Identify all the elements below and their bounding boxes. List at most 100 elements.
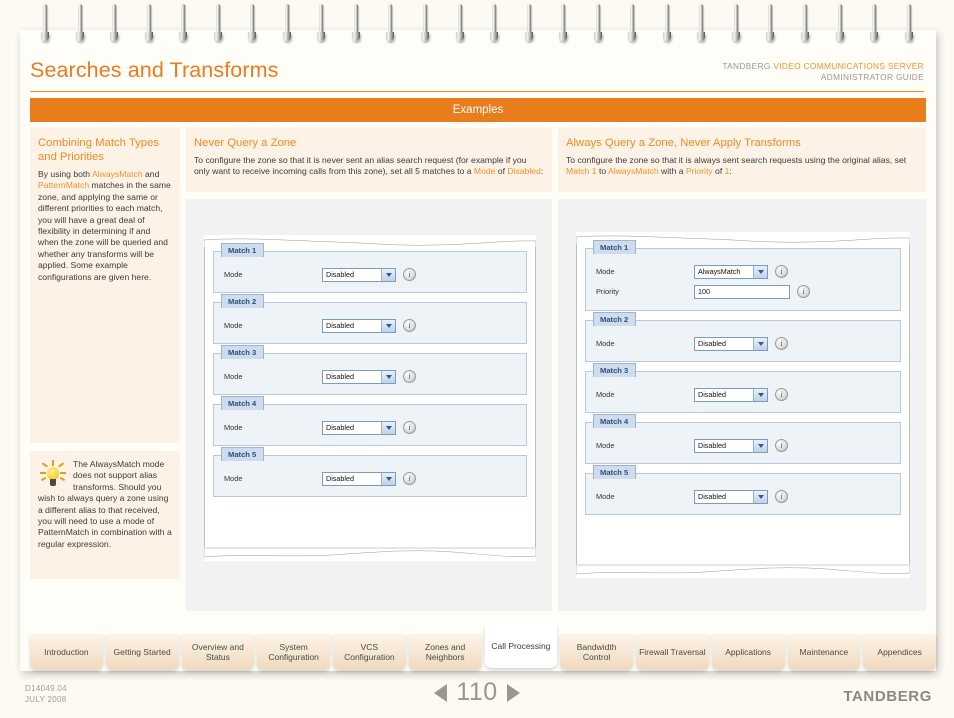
left-triangle-icon[interactable] — [434, 683, 448, 702]
chevron-down-icon[interactable] — [753, 337, 767, 350]
info-icon[interactable]: i — [403, 319, 416, 332]
info-icon[interactable]: i — [797, 285, 810, 298]
tab-introduction[interactable]: Introduction — [30, 634, 103, 670]
match-legend: Match 1 — [593, 240, 637, 254]
middle-text-part-4: : — [540, 166, 544, 177]
never-query-card: Never Query a Zone To configure the zone… — [186, 128, 552, 192]
vcs-never-query-screenshot: Match 1 Mode Disabled i Match 2 Mode Disabled i… — [204, 243, 536, 549]
vcs-always-query-screenshot: Match 1 Mode AlwaysMatch i Priority 100 i Match… — [576, 240, 910, 566]
match-legend: Match 1 — [221, 243, 265, 257]
tab-zones-and-neighbors[interactable]: Zones and Neighbors — [408, 634, 482, 670]
info-icon[interactable]: i — [403, 268, 416, 281]
right-triangle-icon[interactable] — [506, 683, 520, 702]
chevron-down-icon[interactable] — [381, 472, 395, 485]
select-value: Disabled — [326, 321, 354, 330]
chevron-down-icon[interactable] — [753, 265, 767, 278]
match-legend: Match 4 — [593, 414, 637, 428]
mode-select[interactable]: Disabled — [322, 420, 396, 435]
right-text-part-4: with a — [658, 166, 686, 177]
tab-overview-and-status[interactable]: Overview and Status — [181, 634, 255, 670]
match-legend: Match 2 — [221, 294, 265, 308]
left-text-part-0: By using both — [38, 169, 92, 179]
combining-match-types-card: Combining Match Types and Priorities By … — [30, 128, 180, 443]
section-banner: Examples — [30, 98, 926, 122]
right-text-part-1: Match 1 — [566, 166, 597, 177]
mode-select[interactable]: Disabled — [694, 336, 768, 351]
right-column-paragraph: To configure the zone so that it is alwa… — [566, 155, 918, 178]
form-row: Mode Disabled i — [224, 470, 518, 487]
select-value: Disabled — [326, 270, 354, 279]
mode-select[interactable]: Disabled — [322, 318, 396, 333]
tab-system-configuration[interactable]: System Configuration — [257, 634, 330, 670]
field-label: Priority — [596, 287, 619, 296]
match-legend: Match 3 — [593, 363, 637, 377]
chevron-down-icon[interactable] — [753, 490, 767, 503]
section-tab-bar[interactable]: Introduction Getting Started Overview and … — [20, 624, 936, 674]
field-label: Mode — [224, 372, 243, 381]
page-navigation: 110 — [0, 678, 954, 707]
page-title: Searches and Transforms — [30, 58, 279, 82]
mode-select[interactable]: Disabled — [694, 489, 768, 504]
left-text-part-4: matches in the same zone, and applying t… — [38, 180, 171, 282]
field-label: Mode — [224, 321, 243, 330]
guide-product-name: VIDEO COMMUNICATIONS SERVER — [773, 61, 924, 71]
middle-text-part-2: of — [495, 166, 508, 177]
info-icon[interactable]: i — [403, 472, 416, 485]
tab-vcs-configuration[interactable]: VCS Configuration — [333, 634, 406, 670]
match-legend: Match 2 — [593, 312, 637, 326]
tab-call-processing[interactable]: Call Processing — [484, 624, 558, 668]
form-row: Priority 100 i — [596, 283, 892, 300]
mode-select[interactable]: Disabled — [322, 471, 396, 486]
chevron-down-icon[interactable] — [381, 268, 395, 281]
tab-bandwidth-control[interactable]: Bandwidth Control — [560, 634, 633, 670]
right-column-title: Always Query a Zone, Never Apply Transfo… — [566, 137, 801, 149]
page-sheet: Searches and Transforms TANDBERG VIDEO C… — [20, 30, 936, 671]
chevron-down-icon[interactable] — [753, 388, 767, 401]
select-value: Disabled — [326, 474, 354, 483]
info-icon[interactable]: i — [775, 439, 788, 452]
tab-appendices[interactable]: Appendices — [863, 634, 936, 670]
priority-input[interactable]: 100 — [694, 284, 790, 299]
tab-maintenance[interactable]: Maintenance — [787, 634, 861, 670]
left-text-part-3: PatternMatch — [38, 180, 90, 191]
mode-select[interactable]: Disabled — [694, 387, 768, 402]
tab-getting-started[interactable]: Getting Started — [105, 634, 179, 670]
tab-applications[interactable]: Applications — [711, 634, 785, 670]
field-label: Mode — [224, 270, 243, 279]
info-icon[interactable]: i — [403, 370, 416, 383]
field-label: Mode — [596, 441, 615, 450]
mode-select[interactable]: Disabled — [322, 369, 396, 384]
match-legend: Match 3 — [221, 345, 265, 359]
column-right: Always Query a Zone, Never Apply Transfo… — [558, 128, 926, 618]
mode-select[interactable]: AlwaysMatch — [694, 264, 768, 279]
right-text-part-8: : — [729, 166, 732, 177]
info-icon[interactable]: i — [775, 490, 788, 503]
info-icon[interactable]: i — [775, 265, 788, 278]
field-label: Mode — [224, 474, 243, 483]
mode-select[interactable]: Disabled — [694, 438, 768, 453]
tip-card: The AlwaysMatch mode does not support al… — [30, 451, 180, 579]
match-fieldset: Match 5 Mode Disabled i — [213, 447, 527, 497]
mode-select[interactable]: Disabled — [322, 267, 396, 282]
chevron-down-icon[interactable] — [753, 439, 767, 452]
info-icon[interactable]: i — [775, 337, 788, 350]
chevron-down-icon[interactable] — [381, 319, 395, 332]
form-row: Mode AlwaysMatch i — [596, 263, 892, 280]
form-row: Mode Disabled i — [224, 317, 518, 334]
chevron-down-icon[interactable] — [381, 370, 395, 383]
form-row: Mode Disabled i — [224, 419, 518, 436]
info-icon[interactable]: i — [775, 388, 788, 401]
field-label: Mode — [224, 423, 243, 432]
page-header: Searches and Transforms TANDBERG VIDEO C… — [20, 30, 936, 92]
field-label: Mode — [596, 267, 615, 276]
right-text-part-5: Priority — [685, 166, 713, 177]
form-row: Mode Disabled i — [596, 488, 892, 505]
right-screenshot-frame: Match 1 Mode AlwaysMatch i Priority 100 i Match… — [558, 199, 926, 611]
info-icon[interactable]: i — [403, 421, 416, 434]
tip-text-part-3: PatternMatch — [38, 527, 90, 538]
column-middle: Never Query a Zone To configure the zone… — [186, 128, 552, 618]
select-value: Disabled — [698, 492, 726, 501]
document-page: Searches and Transforms TANDBERG VIDEO C… — [0, 0, 954, 718]
chevron-down-icon[interactable] — [381, 421, 395, 434]
tab-firewall-traversal[interactable]: Firewall Traversal — [636, 634, 709, 670]
